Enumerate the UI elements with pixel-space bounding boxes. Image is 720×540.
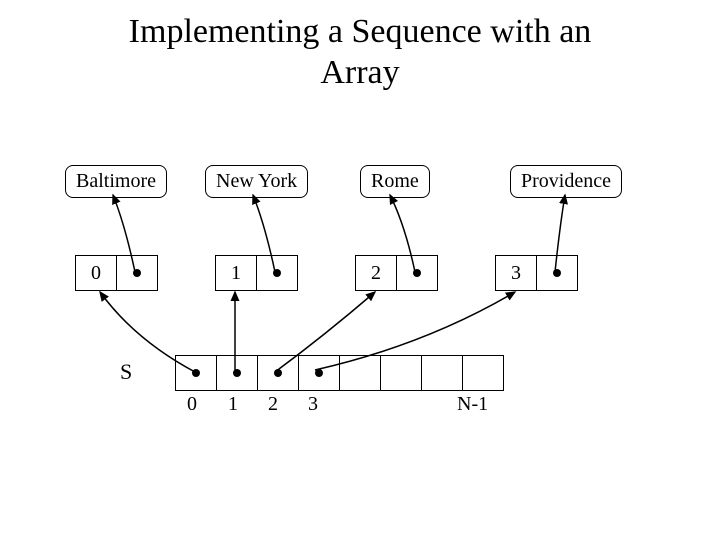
city-label: New York [216, 170, 297, 192]
position-box-2: 2 [355, 255, 438, 291]
array-index-0: 0 [187, 393, 197, 416]
diagram-container: Baltimore New York Rome Providence 0 1 2… [65, 165, 655, 435]
city-box-baltimore: Baltimore [65, 165, 167, 198]
array-index-1: 1 [228, 393, 238, 416]
city-label: Rome [371, 170, 419, 192]
position-box-3: 3 [495, 255, 578, 291]
array-label-s: S [120, 359, 132, 385]
position-pointer [117, 256, 157, 290]
title-line-1: Implementing a Sequence with an [129, 13, 592, 50]
array-index-last: N-1 [457, 393, 488, 416]
arrows-overlay [65, 165, 655, 435]
city-box-newyork: New York [205, 165, 308, 198]
array-cell-last [463, 356, 503, 390]
city-box-rome: Rome [360, 165, 430, 198]
array-index-2: 2 [268, 393, 278, 416]
title-line-2: Array [320, 54, 399, 91]
city-label: Baltimore [76, 170, 156, 192]
city-label: Providence [521, 170, 611, 192]
slide-title: Implementing a Sequence with an Array [0, 0, 720, 94]
array-cell-0 [176, 356, 217, 390]
position-pointer [397, 256, 437, 290]
array-cell-2 [258, 356, 299, 390]
position-box-0: 0 [75, 255, 158, 291]
position-pointer [537, 256, 577, 290]
position-index: 0 [76, 256, 117, 290]
array-cell-empty [381, 356, 422, 390]
array-cell-empty [422, 356, 463, 390]
position-box-1: 1 [215, 255, 298, 291]
city-box-providence: Providence [510, 165, 622, 198]
position-index: 3 [496, 256, 537, 290]
position-index: 1 [216, 256, 257, 290]
array-cell-3 [299, 356, 340, 390]
array-s [175, 355, 504, 391]
array-cell-1 [217, 356, 258, 390]
position-pointer [257, 256, 297, 290]
array-cell-empty [340, 356, 381, 390]
position-index: 2 [356, 256, 397, 290]
array-index-3: 3 [308, 393, 318, 416]
